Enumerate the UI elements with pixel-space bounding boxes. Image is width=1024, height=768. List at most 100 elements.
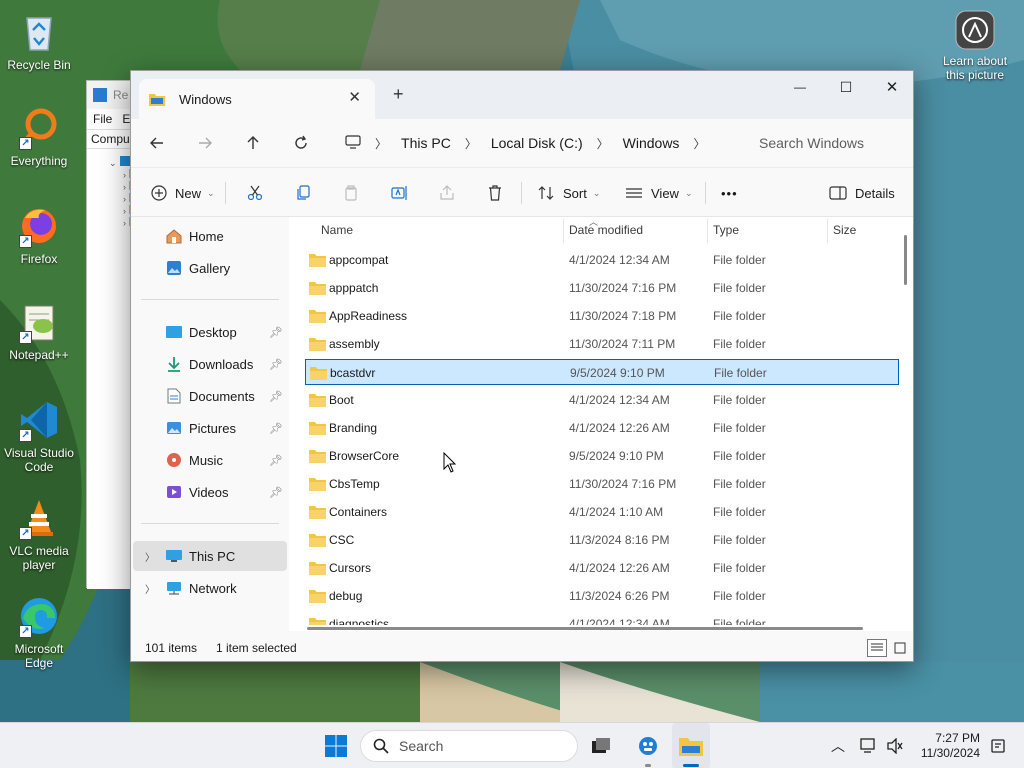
tiles-view-button[interactable] — [891, 639, 909, 657]
scrollbar-thumb[interactable] — [904, 235, 907, 285]
pin-icon[interactable]: 📌︎ — [269, 390, 283, 403]
taskbar-app-file-explorer[interactable] — [672, 723, 710, 768]
breadcrumb-windows[interactable]: Windows — [623, 135, 680, 151]
file-row[interactable]: CbsTemp 11/30/2024 7:16 PM File folder — [305, 471, 899, 497]
file-row[interactable]: Containers 4/1/2024 1:10 AM File folder — [305, 499, 899, 525]
system-clock[interactable]: 7:27 PM 11/30/2024 — [921, 731, 980, 761]
sidebar-item-home[interactable]: Home — [133, 221, 287, 251]
share-button[interactable] — [439, 168, 455, 218]
desktop-icon-notepad-plus-plus[interactable]: ↗ Notepad++ — [2, 300, 76, 362]
desktop-icon-vlc[interactable]: ↗ VLC media player — [2, 496, 76, 572]
file-row[interactable]: CSC 11/3/2024 8:16 PM File folder — [305, 527, 899, 553]
desktop-icon-learn-about-picture[interactable]: Learn about this picture — [938, 10, 1012, 82]
vertical-scrollbar[interactable] — [899, 217, 913, 631]
file-row[interactable]: Branding 4/1/2024 12:26 AM File folder — [305, 415, 899, 441]
desktop-icon-vscode[interactable]: ↗ Visual Studio Code — [2, 398, 76, 474]
pin-icon[interactable]: 📌︎ — [269, 486, 283, 499]
details-pane-button[interactable]: Details — [829, 168, 895, 218]
taskbar-search[interactable]: Search — [360, 730, 578, 762]
paste-button[interactable] — [343, 168, 359, 218]
show-hidden-icons-button[interactable]: ︿ — [826, 723, 850, 768]
taskbar: Search ︿ 7:27 PM 11/30/2024 — [0, 722, 1024, 768]
sidebar-item-documents[interactable]: Documents 📌︎ — [133, 381, 287, 411]
close-button[interactable]: ✕ — [869, 71, 915, 103]
sidebar-item-desktop[interactable]: Desktop 📌︎ — [133, 317, 287, 347]
file-name: assembly — [329, 337, 380, 351]
column-header-size[interactable]: Size — [833, 223, 856, 237]
file-row[interactable]: BrowserCore 9/5/2024 9:10 PM File folder — [305, 443, 899, 469]
column-header-date[interactable]: Date modified — [569, 223, 643, 237]
address-bar[interactable]: 〉 This PC 〉 Local Disk (C:) 〉 Windows 〉 — [333, 127, 729, 159]
chevron-right-icon[interactable]: 〉 — [145, 581, 155, 596]
file-row[interactable]: debug 11/3/2024 6:26 PM File folder — [305, 583, 899, 609]
refresh-button[interactable] — [289, 131, 313, 155]
file-row[interactable]: assembly 11/30/2024 7:11 PM File folder — [305, 331, 899, 357]
forward-button[interactable] — [193, 131, 217, 155]
file-row[interactable]: Cursors 4/1/2024 12:26 AM File folder — [305, 555, 899, 581]
column-divider[interactable] — [707, 219, 708, 243]
desktop-icon-label: Microsoft Edge — [14, 642, 64, 670]
column-header-type[interactable]: Type — [713, 223, 739, 237]
desktop-icon-everything[interactable]: ↗ Everything — [2, 106, 76, 168]
file-row[interactable]: Boot 4/1/2024 12:34 AM File folder — [305, 387, 899, 413]
desktop-icon-edge[interactable]: ↗ Microsoft Edge — [2, 594, 76, 670]
chevron-right-icon[interactable]: 〉 — [693, 135, 705, 152]
details-view-button[interactable] — [867, 639, 887, 657]
sidebar-item-label: Network — [189, 580, 237, 596]
column-divider[interactable] — [827, 219, 828, 243]
sidebar-item-gallery[interactable]: Gallery — [133, 253, 287, 283]
horizontal-scrollbar[interactable] — [307, 627, 863, 630]
sidebar-item-this-pc[interactable]: 〉 This PC — [133, 541, 287, 571]
back-button[interactable] — [145, 131, 169, 155]
file-row[interactable]: diagnostics 4/1/2024 12:34 AM File folder — [305, 611, 899, 625]
pin-icon[interactable]: 📌︎ — [269, 422, 283, 435]
breadcrumb-local-disk[interactable]: Local Disk (C:) — [491, 135, 583, 151]
file-row[interactable]: bcastdvr 9/5/2024 9:10 PM File folder — [305, 359, 899, 385]
start-button[interactable] — [316, 723, 356, 768]
notifications-button[interactable] — [986, 723, 1010, 768]
rename-button[interactable] — [391, 168, 409, 218]
breadcrumb-this-pc[interactable]: This PC — [401, 135, 451, 151]
desktop-icon-firefox[interactable]: ↗ Firefox — [2, 204, 76, 266]
delete-button[interactable] — [487, 168, 503, 218]
column-header-name[interactable]: Name — [321, 223, 353, 237]
sidebar-item-music[interactable]: Music 📌︎ — [133, 445, 287, 475]
sidebar-item-videos[interactable]: Videos 📌︎ — [133, 477, 287, 507]
pin-icon[interactable]: 📌︎ — [269, 326, 283, 339]
tab-close-button[interactable]: ✕ — [348, 88, 361, 106]
file-row[interactable]: AppReadiness 11/30/2024 7:18 PM File folde… — [305, 303, 899, 329]
tab-windows[interactable]: Windows ✕ — [139, 79, 375, 119]
column-divider[interactable] — [563, 219, 564, 243]
up-button[interactable] — [241, 131, 265, 155]
desktop-icon-recycle-bin[interactable]: Recycle Bin — [2, 10, 76, 72]
cut-button[interactable] — [247, 168, 263, 218]
menu-file[interactable]: File — [93, 112, 112, 126]
network-status-button[interactable] — [856, 723, 882, 768]
new-tab-button[interactable]: + — [393, 84, 404, 105]
rename-icon — [391, 186, 407, 200]
file-list: appcompat 4/1/2024 12:34 AM File folder app… — [289, 245, 899, 625]
sidebar-item-pictures[interactable]: Pictures 📌︎ — [133, 413, 287, 443]
sidebar-item-downloads[interactable]: Downloads 📌︎ — [133, 349, 287, 379]
title-bar[interactable]: Windows ✕ + — ☐ ✕ — [131, 71, 913, 119]
new-button[interactable]: New ⌄ — [151, 168, 215, 218]
maximize-button[interactable]: ☐ — [823, 71, 869, 103]
sidebar-item-network[interactable]: 〉 Network — [133, 573, 287, 603]
pin-icon[interactable]: 📌︎ — [269, 454, 283, 467]
chevron-right-icon[interactable]: 〉 — [145, 549, 155, 564]
active-indicator — [683, 764, 699, 767]
file-row[interactable]: apppatch 11/30/2024 7:16 PM File folder — [305, 275, 899, 301]
pin-icon[interactable]: 📌︎ — [269, 358, 283, 371]
minimize-button[interactable]: — — [777, 71, 823, 103]
taskbar-app-copilot[interactable] — [630, 723, 666, 768]
view-button[interactable]: View ⌄ — [625, 168, 693, 218]
sort-button[interactable]: Sort ⌄ — [537, 168, 600, 218]
task-view-button[interactable] — [584, 723, 618, 768]
status-bar: 101 items 1 item selected — [131, 631, 913, 661]
copy-button[interactable] — [295, 168, 311, 218]
new-label: New — [175, 185, 202, 201]
search-box[interactable]: Search Windows — [745, 127, 915, 159]
more-options-button[interactable]: ••• — [721, 168, 738, 218]
volume-button[interactable] — [882, 723, 908, 768]
file-row[interactable]: appcompat 4/1/2024 12:34 AM File folder — [305, 247, 899, 273]
